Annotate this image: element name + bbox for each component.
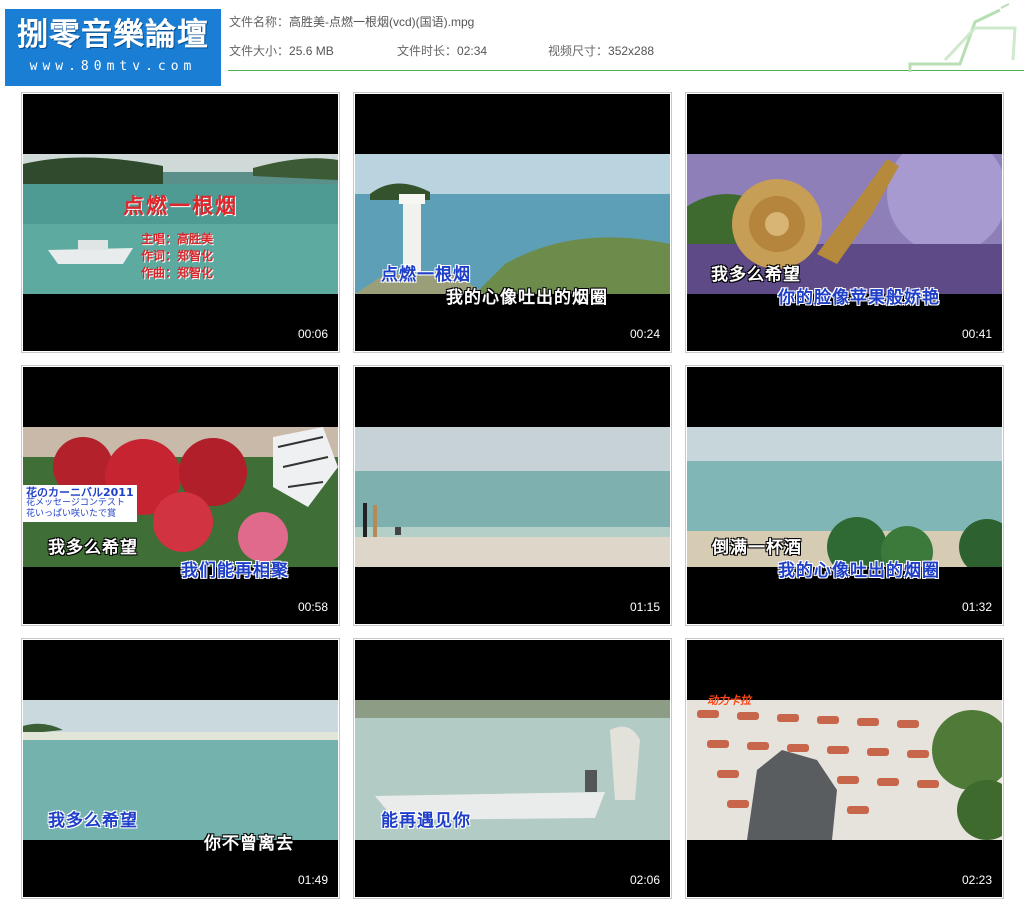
header-decoration-icon [908, 3, 1017, 72]
thumbnail-4-sign-line-2: 花いっぱい咲いたで賞 [26, 509, 117, 519]
thumbnail-2-lyric-2: 我的心像吐出的烟圈 [446, 288, 608, 308]
file-duration-info: 文件时长：02:34 [397, 42, 487, 59]
thumbnail-4-lyric-1: 我多么希望 [48, 538, 138, 558]
thumbnail-2-lyric-1: 点燃一根烟 [381, 265, 471, 285]
thumbnail-1-credit-lyrics: 作词：郑智化 [141, 249, 214, 263]
site-logo[interactable]: 捌零音樂論壇 www.80mtv.com [5, 9, 221, 86]
logo-url: www.80mtv.com [29, 59, 197, 74]
video-dimensions-value: 352x288 [608, 44, 655, 58]
thumbnail-1[interactable]: 点燃一根烟 主唱：高胜美 作词：郑智化 作曲：郑智化 00:06 [21, 92, 340, 353]
thumbnail-9-image [687, 700, 1002, 840]
thumbnail-5-timestamp: 01:15 [629, 600, 660, 614]
thumbnail-3-lyric-1: 我多么希望 [711, 265, 801, 285]
file-name-info: 文件名称：高胜美-点燃一根烟(vcd)(国语).mpg [229, 13, 474, 30]
thumbnail-6[interactable]: 倒满一杯酒 我的心像吐出的烟圈 01:32 [685, 365, 1004, 626]
file-name-label: 文件名称： [229, 15, 290, 29]
thumbnail-3-lyric-2: 你的脸像苹果般娇艳 [778, 288, 940, 308]
thumbnail-7[interactable]: 我多么希望 你不曾离去 01:49 [21, 638, 340, 899]
file-duration-label: 文件时长： [397, 44, 458, 58]
file-size-info: 文件大小：25.6 MB [229, 42, 334, 59]
thumbnail-4-sign-title: 花のカーニバル2011 [26, 486, 134, 499]
file-size-label: 文件大小： [229, 44, 290, 58]
thumbnail-2-timestamp: 00:24 [629, 327, 660, 341]
thumbnail-1-credit-singer: 主唱：高胜美 [141, 232, 214, 246]
thumbnail-7-lyric-2: 你不曾离去 [204, 834, 294, 854]
thumbnail-4-sign-line-1: 花メッセージコンテスト [26, 498, 125, 508]
thumbnail-8[interactable]: 能再遇见你 02:06 [353, 638, 672, 899]
file-duration-value: 02:34 [457, 44, 488, 58]
thumbnail-7-timestamp: 01:49 [297, 873, 328, 887]
thumbnail-7-lyric-1: 我多么希望 [48, 811, 138, 831]
thumbnail-9-timestamp: 02:23 [961, 873, 992, 887]
thumbnail-4-lyric-2: 我们能再相聚 [181, 561, 289, 581]
thumbnail-3[interactable]: 我多么希望 你的脸像苹果般娇艳 00:41 [685, 92, 1004, 353]
file-name-value: 高胜美-点燃一根烟(vcd)(国语).mpg [289, 15, 475, 29]
thumbnail-4-timestamp: 00:58 [297, 600, 328, 614]
thumbnail-3-timestamp: 00:41 [961, 327, 992, 341]
thumbnail-6-lyric-1: 倒满一杯酒 [712, 538, 802, 558]
thumbnail-2[interactable]: 点燃一根烟 我的心像吐出的烟圈 00:24 [353, 92, 672, 353]
thumbnail-4-sign: 花のカーニバル2011 花メッセージコンテスト 花いっぱい咲いたで賞 [23, 485, 137, 522]
header: 捌零音樂論壇 www.80mtv.com 文件名称：高胜美-点燃一根烟(vcd)… [0, 0, 1024, 90]
thumbnail-5-image [355, 427, 670, 567]
thumbnail-9-logo: 动力卡拉 [707, 694, 751, 707]
thumbnail-6-timestamp: 01:32 [961, 600, 992, 614]
video-dimensions-info: 视频尺寸：352x288 [548, 42, 654, 59]
thumbnail-1-credit-music: 作曲：郑智化 [141, 266, 214, 280]
thumbnail-6-lyric-2: 我的心像吐出的烟圈 [778, 561, 940, 581]
video-dimensions-label: 视频尺寸： [548, 44, 609, 58]
thumbnail-1-timestamp: 00:06 [297, 327, 328, 341]
thumbnail-5[interactable]: 01:15 [353, 365, 672, 626]
file-size-value: 25.6 MB [289, 44, 334, 58]
thumbnail-9[interactable]: 动力卡拉 02:23 [685, 638, 1004, 899]
logo-title: 捌零音樂論壇 [17, 17, 209, 53]
thumbnail-8-lyric-1: 能再遇见你 [381, 811, 471, 831]
thumbnail-4[interactable]: 花のカーニバル2011 花メッセージコンテスト 花いっぱい咲いたで賞 我多么希望… [21, 365, 340, 626]
thumbnail-1-title: 点燃一根烟 [123, 194, 238, 218]
thumbnail-8-timestamp: 02:06 [629, 873, 660, 887]
